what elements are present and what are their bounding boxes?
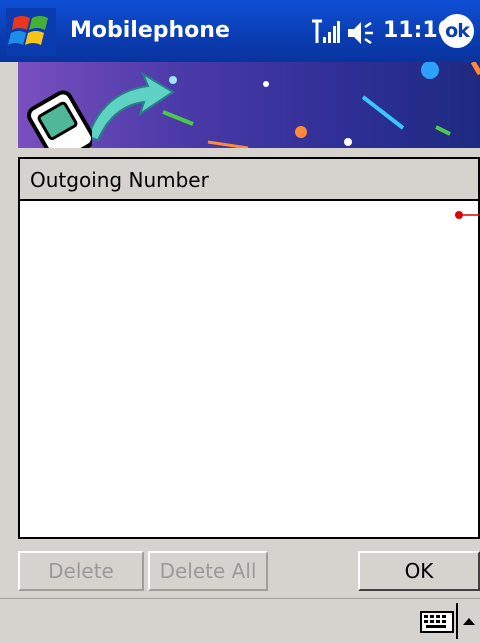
- title-bar: Mobilephone 11:10 ok: [0, 0, 480, 64]
- sip-separator: [456, 603, 458, 639]
- list-body[interactable]: [20, 201, 480, 537]
- mobile-phone-icon: [22, 80, 95, 148]
- keyboard-icon[interactable]: [420, 611, 454, 633]
- ok-close-button[interactable]: ok: [440, 14, 474, 48]
- ok-button[interactable]: OK: [358, 551, 480, 591]
- list-column-header[interactable]: Outgoing Number: [20, 159, 478, 201]
- menu-bar: [0, 598, 480, 643]
- app-screen: Mobilephone 11:10 ok Outgoing Number Del…: [0, 0, 480, 643]
- sip-up-arrow-icon[interactable]: [462, 615, 476, 627]
- app-title: Mobilephone: [70, 18, 230, 43]
- delete-button[interactable]: Delete: [18, 551, 144, 591]
- delete-all-button[interactable]: Delete All: [148, 551, 268, 591]
- column-header-outgoing-number: Outgoing Number: [30, 168, 209, 192]
- signal-strength-icon[interactable]: [310, 17, 340, 47]
- windows-flag-icon[interactable]: [6, 8, 56, 56]
- outgoing-number-list[interactable]: Outgoing Number: [18, 157, 480, 539]
- cursor-marker-icon: [455, 211, 480, 219]
- banner-left-margin: [0, 62, 18, 148]
- banner-image: [18, 62, 480, 148]
- speaker-icon[interactable]: [346, 19, 376, 47]
